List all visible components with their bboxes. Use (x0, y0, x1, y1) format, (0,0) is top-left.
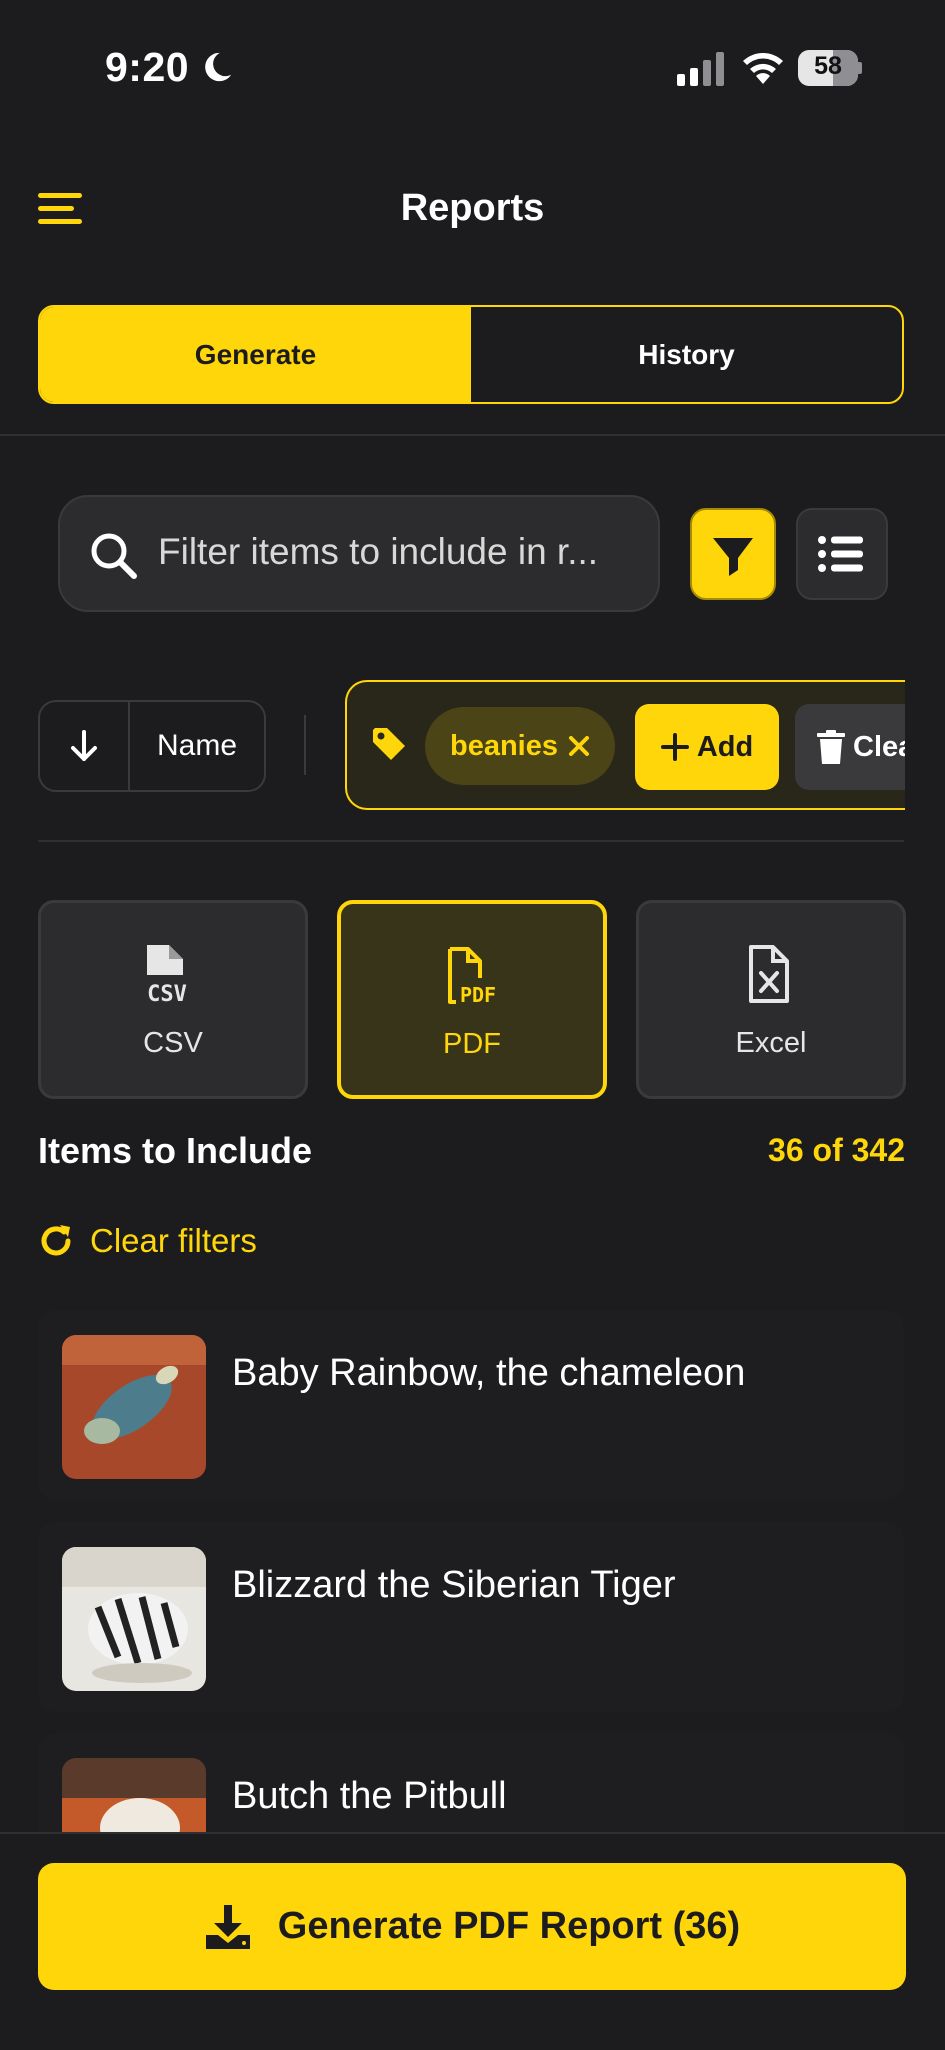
report-tabs: Generate History (38, 305, 904, 404)
row-separator (304, 715, 306, 775)
search-input[interactable]: Filter items to include in r... (58, 495, 660, 612)
arrow-down-icon (71, 730, 97, 761)
generate-report-label: Generate PDF Report (36) (277, 1905, 741, 1947)
funnel-icon (713, 538, 753, 576)
sort-field-button[interactable]: Name (130, 702, 264, 790)
list-item[interactable]: Blizzard the Siberian Tiger (38, 1522, 904, 1712)
tag-chip-beanies[interactable]: beanies (425, 707, 615, 785)
tab-generate[interactable]: Generate (40, 307, 471, 402)
items-section-title: Items to Include (38, 1130, 313, 1171)
item-thumbnail (62, 1547, 206, 1691)
list-icon (818, 536, 863, 572)
item-name: Blizzard the Siberian Tiger (232, 1564, 676, 1606)
section-divider (38, 840, 904, 842)
close-icon[interactable] (568, 735, 590, 757)
header-divider (0, 434, 945, 436)
format-label-excel: Excel (735, 1027, 807, 1059)
format-label-pdf: PDF (443, 1028, 501, 1060)
pdf-file-icon: PDF (448, 947, 496, 1006)
list-item[interactable]: Baby Rainbow, the chameleon (38, 1310, 904, 1500)
status-time: 9:20 (105, 44, 190, 90)
svg-text:PDF: PDF (460, 983, 496, 1006)
add-tag-button[interactable]: Add (635, 704, 779, 790)
tag-filter-bar: beanies Add Clear (345, 680, 905, 810)
moon-icon (205, 52, 232, 82)
excel-file-icon (749, 945, 789, 1003)
list-view-button[interactable] (796, 508, 888, 600)
sort-control: Name (38, 700, 266, 792)
clear-tags-label: Clear (853, 730, 905, 763)
battery-level: 58 (814, 52, 842, 80)
download-icon (205, 1904, 250, 1949)
trash-icon (817, 730, 845, 764)
clear-tags-button[interactable]: Clear (795, 704, 905, 790)
tab-history[interactable]: History (471, 307, 902, 402)
format-label-csv: CSV (143, 1027, 203, 1059)
wifi-icon (743, 53, 783, 84)
item-name: Baby Rainbow, the chameleon (232, 1352, 746, 1394)
sort-direction-button[interactable] (40, 702, 130, 790)
filter-button[interactable] (690, 508, 776, 600)
csv-file-icon: CSV (147, 945, 187, 1005)
item-name: Butch the Pitbull (232, 1775, 507, 1817)
items-count: 36 of 342 (768, 1132, 905, 1168)
format-card-excel[interactable]: Excel (636, 900, 906, 1099)
page-title: Reports (400, 187, 545, 229)
svg-text:CSV: CSV (147, 982, 187, 1005)
tag-chip-label: beanies (450, 729, 558, 762)
battery-indicator: 58 (798, 50, 862, 86)
format-card-pdf[interactable]: PDF PDF (337, 900, 607, 1099)
plus-icon (660, 733, 689, 761)
tag-icon (373, 728, 405, 760)
search-icon (91, 533, 137, 579)
clear-filters-button[interactable]: Clear filters (38, 1222, 257, 1260)
clear-filters-label: Clear filters (90, 1222, 257, 1259)
item-thumbnail (62, 1335, 206, 1479)
format-card-csv[interactable]: CSV CSV (38, 900, 308, 1099)
add-tag-label: Add (696, 730, 754, 763)
search-placeholder: Filter items to include in r... (158, 531, 599, 572)
generate-report-button[interactable]: Generate PDF Report (36) (38, 1863, 906, 1990)
refresh-icon (41, 1225, 71, 1256)
cellular-signal-icon (677, 52, 724, 86)
